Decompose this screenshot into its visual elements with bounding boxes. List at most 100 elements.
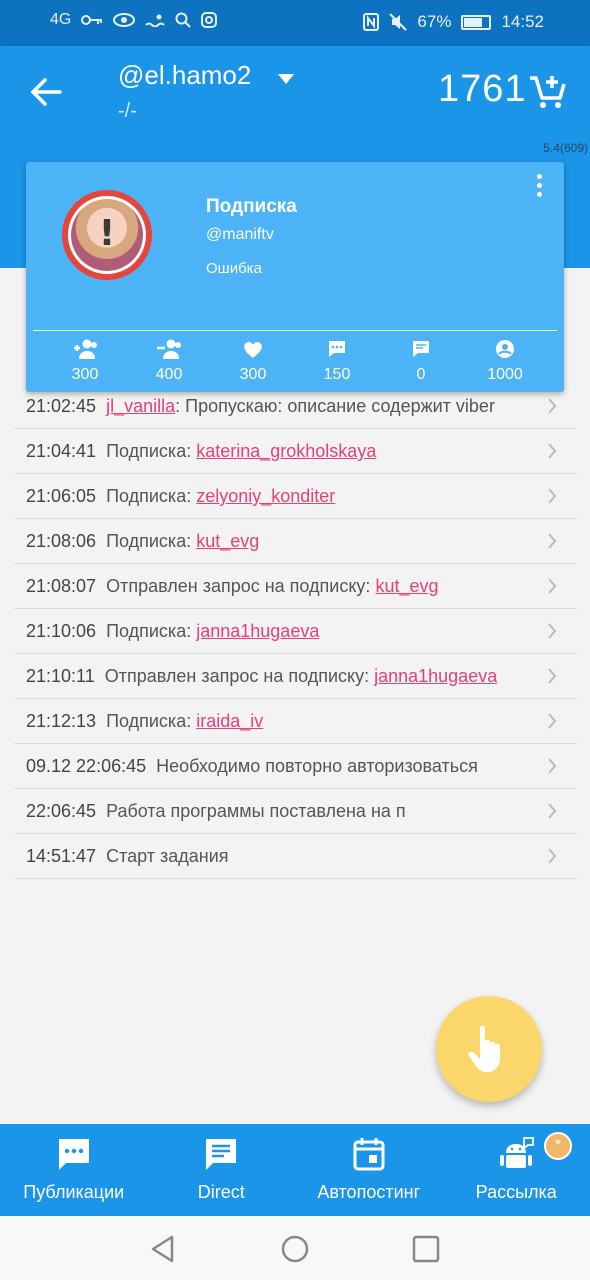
log-entry[interactable]: 21:08:06 Подписка: kut_evg [14, 519, 577, 564]
home-circle-icon[interactable] [280, 1234, 310, 1264]
nfc-icon [363, 13, 380, 31]
log-entry[interactable]: 21:10:06 Подписка: janna1hugaeva [14, 609, 577, 654]
task-status: Ошибка [206, 260, 262, 277]
chevron-right-icon [548, 443, 557, 459]
log-message: Подписка: [106, 621, 197, 641]
message-icon [413, 341, 429, 357]
direct-icon [206, 1139, 237, 1170]
add-to-cart-icon[interactable] [528, 72, 568, 112]
log-message: Отправлен запрос на подписку: [106, 576, 376, 596]
chevron-right-icon [548, 533, 557, 549]
log-entry[interactable]: 21:10:11 Отправлен запрос на подписку: ja… [14, 654, 577, 699]
heart-icon [244, 341, 262, 358]
nav-label: Публикации [23, 1182, 125, 1202]
stat-value: 400 [155, 366, 183, 383]
log-time: 21:04:41 [26, 441, 97, 461]
android-icon [500, 1137, 535, 1168]
log-time: 21:08:06 [26, 531, 97, 551]
task-username: @maniftv [206, 226, 274, 243]
avatar-image: ! [71, 199, 143, 271]
stat-follow: 300 [46, 338, 124, 384]
log-entry[interactable]: 21:08:07 Отправлен запрос на подписку: ku… [14, 564, 577, 609]
nav-direct[interactable]: Direct [148, 1124, 296, 1216]
chevron-right-icon [548, 578, 557, 594]
chevron-right-icon [548, 623, 557, 639]
stat-value: 150 [323, 366, 351, 383]
chevron-right-icon [548, 713, 557, 729]
chevron-right-icon [548, 758, 557, 774]
follow-icon [74, 339, 97, 359]
back-triangle-icon[interactable] [148, 1234, 178, 1264]
chevron-right-icon [548, 803, 557, 819]
bottom-navigation: Публикации Direct Автопостинг Рассылка * [0, 1124, 590, 1216]
status-left-icons: 4G [50, 11, 218, 29]
task-stats: 300 400 300 150 0 1000 [46, 338, 544, 384]
log-entry[interactable]: 14:51:47 Старт задания [14, 834, 577, 879]
log-time: 14:51:47 [26, 846, 97, 866]
log-message: Подписка: [106, 486, 197, 506]
log-time: 21:12:13 [26, 711, 97, 731]
card-divider [33, 330, 557, 331]
log-time: 22:06:45 [26, 801, 97, 821]
publications-icon [58, 1139, 89, 1170]
notification-badge: * [544, 1132, 572, 1160]
log-message: : Пропускаю: описание содержит viber [175, 396, 495, 416]
eye-icon [113, 13, 136, 27]
stat-likes: 300 [214, 338, 292, 384]
app-bar: @el.hamo2 -/- 1761 [0, 46, 590, 138]
log-user-link[interactable]: janna1hugaeva [196, 621, 319, 641]
log-time: 21:06:05 [26, 486, 97, 506]
task-title: Подписка [206, 196, 297, 217]
log-message: Работа программы поставлена на п [106, 801, 406, 821]
nav-label: Автопостинг [317, 1182, 421, 1202]
account-dropdown-icon[interactable] [276, 72, 296, 86]
key-icon [81, 15, 103, 25]
log-entry[interactable]: 21:06:05 Подписка: zelyoniy_konditer [14, 474, 577, 519]
log-message: Необходимо повторно авторизоваться [156, 756, 478, 776]
log-entry[interactable]: 21:12:13 Подписка: iraida_iv [14, 699, 577, 744]
log-entry[interactable]: 09.12 22:06:45 Необходимо повторно автори… [14, 744, 577, 789]
log-user-link[interactable]: iraida_iv [196, 711, 263, 731]
balance-counter: 1761 [438, 68, 527, 110]
chevron-right-icon [548, 488, 557, 504]
mute-icon [389, 13, 408, 31]
account-name[interactable]: @el.hamo2 [118, 60, 251, 91]
log-user-link[interactable]: zelyoniy_konditer [196, 486, 335, 506]
calendar-icon [353, 1138, 385, 1171]
profile-icon [496, 340, 514, 358]
log-user-link[interactable]: jl_vanilla [106, 396, 175, 416]
log-entry[interactable]: 21:04:41 Подписка: katerina_grokholskaya [14, 429, 577, 474]
recents-square-icon[interactable] [411, 1234, 441, 1264]
log-time: 21:08:07 [26, 576, 97, 596]
log-time: 09.12 22:06:45 [26, 756, 147, 776]
log-user-link[interactable]: kut_evg [196, 531, 259, 551]
stat-value: 0 [416, 366, 426, 383]
log-user-link[interactable]: katerina_grokholskaya [196, 441, 376, 461]
touch-action-button[interactable] [436, 996, 542, 1102]
log-time: 21:10:06 [26, 621, 97, 641]
log-message: Подписка: [106, 531, 197, 551]
search-icon [175, 12, 192, 28]
log-message: Подписка: [106, 441, 197, 461]
instagram-icon [201, 12, 218, 28]
chevron-right-icon [548, 398, 557, 414]
stat-messages: 0 [382, 338, 460, 384]
network-indicator: 4G [50, 11, 72, 28]
log-user-link[interactable]: janna1hugaeva [374, 666, 497, 686]
back-arrow-icon[interactable] [26, 72, 66, 112]
more-menu-icon[interactable] [534, 174, 544, 204]
app-version: 5.4(609) [543, 141, 588, 155]
nav-mailing[interactable]: Рассылка * [443, 1124, 590, 1216]
log-message: Подписка: [106, 711, 197, 731]
nav-publications[interactable]: Публикации [0, 1124, 148, 1216]
log-user-link[interactable]: kut_evg [375, 576, 438, 596]
log-entry[interactable]: 22:06:45 Работа программы поставлена на п [14, 789, 577, 834]
task-card[interactable]: ! Подписка @maniftv Ошибка 300 400 300 1… [26, 162, 564, 392]
stat-value: 1000 [487, 366, 523, 383]
tap-hand-icon [468, 1025, 500, 1072]
nav-autoposting[interactable]: Автопостинг [295, 1124, 443, 1216]
log-time: 21:02:45 [26, 396, 97, 416]
account-subtitle: -/- [118, 100, 137, 122]
log-message: Отправлен запрос на подписку: [104, 666, 375, 686]
stat-value: 300 [71, 366, 99, 383]
